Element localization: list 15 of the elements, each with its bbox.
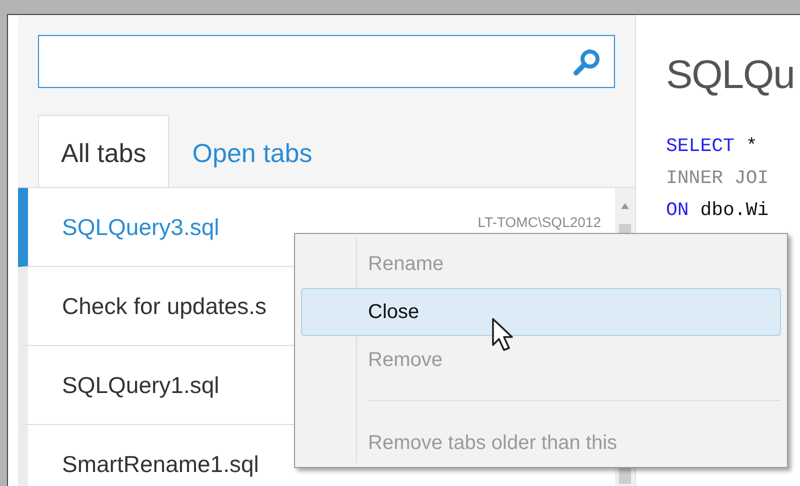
code-line: INNER JOI [666, 166, 770, 191]
file-name: SmartRename1.sql [62, 450, 259, 478]
code-line: ON dbo.Wi [666, 198, 770, 223]
tab[interactable]: Open tabs [169, 115, 336, 187]
menu-item[interactable]: Close [301, 288, 781, 336]
server-name: LT-TOMC\SQL2012 [478, 214, 601, 230]
file-name: Check for updates.s [62, 292, 267, 320]
document-title: SQLQu [666, 53, 796, 98]
tab[interactable]: All tabs [38, 115, 170, 187]
file-name: SQLQuery1.sql [62, 372, 220, 398]
file-name: SQLQuery3.sql [62, 214, 220, 240]
search-icon[interactable] [572, 46, 602, 76]
scroll-up-icon[interactable] [620, 202, 630, 210]
search-field[interactable] [38, 35, 615, 88]
code-line: SELECT * [666, 134, 758, 159]
